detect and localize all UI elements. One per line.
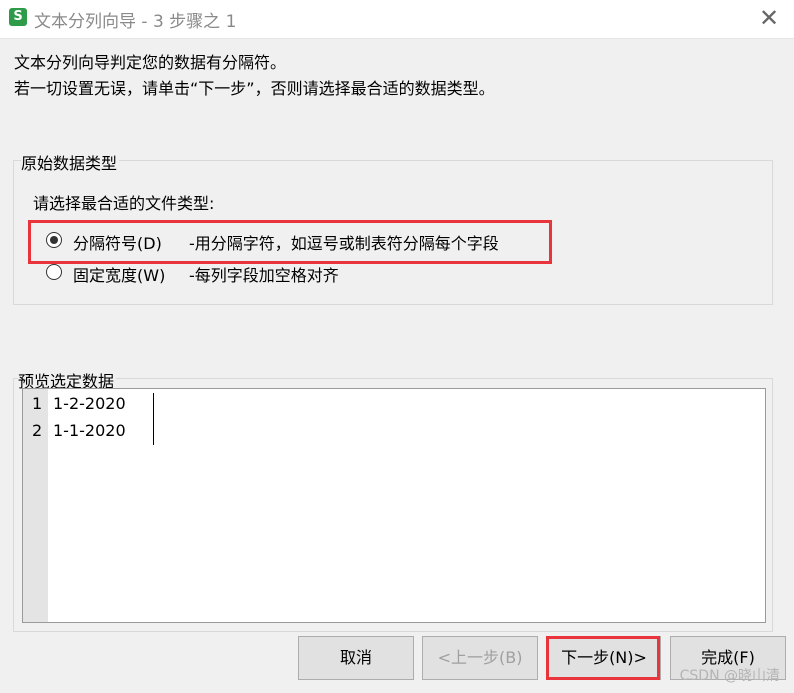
preview-area[interactable]: 1 1-2-2020 2 1-1-2020 (22, 388, 766, 623)
wps-app-icon: S (9, 8, 27, 26)
back-button[interactable]: <上一步(B) (422, 636, 538, 680)
line-number: 2 (32, 421, 43, 440)
data-type-group-caption: 原始数据类型 (21, 150, 120, 174)
column-break-line (153, 393, 154, 445)
intro-text: 文本分列向导判定您的数据有分隔符。 若一切设置无误，请单击“下一步”，否则请选择… (14, 50, 495, 102)
radio-fixed-width[interactable]: 固定宽度(W) -每列字段加空格对齐 (46, 261, 446, 285)
preview-row-text: 1-1-2020 (53, 421, 126, 440)
file-type-prompt: 请选择最合适的文件类型: (33, 194, 215, 213)
close-icon[interactable]: ✕ (756, 5, 782, 31)
intro-line-2: 若一切设置无误，请单击“下一步”，否则请选择最合适的数据类型。 (14, 79, 495, 98)
radio-button-fixed-width[interactable] (46, 264, 62, 280)
cancel-button[interactable]: 取消 (298, 636, 414, 680)
highlight-box-next (546, 636, 660, 680)
intro-line-1: 文本分列向导判定您的数据有分隔符。 (14, 53, 287, 72)
highlight-box-delimited (28, 220, 552, 264)
title-bar: S 文本分列向导 - 3 步骤之 1 ✕ (0, 0, 794, 39)
preview-row-text: 1-2-2020 (53, 394, 126, 413)
radio-fixed-width-description: -每列字段加空格对齐 (189, 266, 339, 285)
line-number: 1 (32, 394, 43, 413)
watermark: CSDN @晓山清 (679, 668, 780, 684)
radio-fixed-width-label: 固定宽度(W) (73, 266, 166, 285)
window-title: 文本分列向导 - 3 步骤之 1 (34, 12, 237, 32)
